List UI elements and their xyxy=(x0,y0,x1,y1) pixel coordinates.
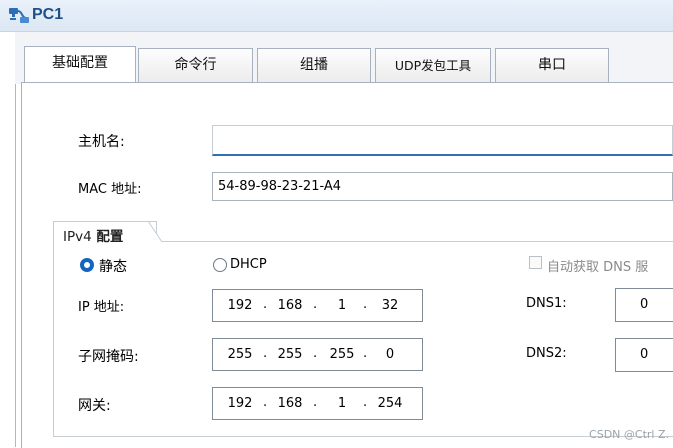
mask-dot: . xyxy=(313,346,318,361)
dns1-input[interactable]: 0 xyxy=(615,288,673,322)
ip-address-input[interactable]: 192 . 168 . 1 . 32 xyxy=(212,289,423,322)
hostname-label: 主机名: xyxy=(78,134,125,150)
ip-label: IP 地址: xyxy=(78,300,125,315)
gateway-dot: . xyxy=(313,395,318,410)
tab-command-line[interactable]: 命令行 xyxy=(138,48,253,82)
gateway-input[interactable]: 192 . 168 . 1 . 254 xyxy=(212,387,423,420)
ip-dot: . xyxy=(313,297,318,312)
tab-basic-config[interactable]: 基础配置 xyxy=(24,46,136,82)
mac-value: 54-89-98-23-21-A4 xyxy=(218,179,342,194)
mask-label: 子网掩码: xyxy=(78,349,139,365)
network-pc-icon xyxy=(9,8,29,23)
dns2-label: DNS2: xyxy=(526,346,567,361)
tab-udp-tool[interactable]: UDP发包工具 xyxy=(375,48,491,82)
ipv4-group-title: IPv4 配置 xyxy=(63,225,123,245)
static-label: 静态 xyxy=(99,259,127,275)
hostname-input[interactable] xyxy=(212,125,673,156)
watermark: CSDN @Ctrl Z. xyxy=(589,428,669,441)
gateway-label: 网关: xyxy=(78,398,111,414)
mask-octet: 255 xyxy=(277,347,303,362)
auto-dns-checkbox[interactable] xyxy=(529,256,542,269)
ip-octet: 1 xyxy=(337,298,347,313)
tab-serial[interactable]: 串口 xyxy=(495,48,609,82)
mask-dot: . xyxy=(363,346,368,361)
mac-field[interactable]: 54-89-98-23-21-A4 xyxy=(212,172,673,201)
mac-label: MAC 地址: xyxy=(78,182,142,197)
dns1-value: 0 xyxy=(640,297,649,312)
mask-dot: . xyxy=(263,346,268,361)
mask-octet: 255 xyxy=(227,347,253,362)
window-title: PC1 xyxy=(32,6,64,23)
dhcp-label: DHCP xyxy=(230,257,267,272)
dns2-input[interactable]: 0 xyxy=(615,338,673,372)
mask-octet: 255 xyxy=(329,347,355,362)
dhcp-radio[interactable] xyxy=(213,258,227,272)
tab-label: 组播 xyxy=(300,57,328,73)
dns1-label: DNS1: xyxy=(526,296,567,311)
ip-dot: . xyxy=(363,297,368,312)
ip-dot: . xyxy=(263,297,268,312)
tab-label: 基础配置 xyxy=(52,55,108,71)
ip-octet: 32 xyxy=(381,298,399,313)
gateway-dot: . xyxy=(263,395,268,410)
ipv4-group-prefix: IPv4 xyxy=(63,229,92,245)
group-tab-slope xyxy=(148,221,162,242)
gateway-dot: . xyxy=(363,395,368,410)
mask-octet: 0 xyxy=(385,347,395,362)
gateway-octet: 192 xyxy=(227,396,253,411)
gateway-octet: 168 xyxy=(277,396,303,411)
ipv4-group-label: 配置 xyxy=(96,229,124,245)
tab-label: 命令行 xyxy=(174,57,217,73)
static-radio[interactable] xyxy=(80,258,94,272)
window-titlebar: PC1 xyxy=(0,0,673,32)
tab-multicast[interactable]: 组播 xyxy=(257,48,371,82)
tab-label: 串口 xyxy=(538,57,566,73)
subnet-mask-input[interactable]: 255 . 255 . 255 . 0 xyxy=(212,338,423,371)
gateway-octet: 254 xyxy=(377,396,403,411)
ip-octet: 192 xyxy=(227,298,253,313)
dns2-value: 0 xyxy=(640,347,649,362)
tab-label: UDP发包工具 xyxy=(394,58,472,73)
gateway-octet: 1 xyxy=(337,396,347,411)
auto-dns-label: 自动获取 DNS 服 xyxy=(547,260,649,275)
ip-octet: 168 xyxy=(277,298,303,313)
